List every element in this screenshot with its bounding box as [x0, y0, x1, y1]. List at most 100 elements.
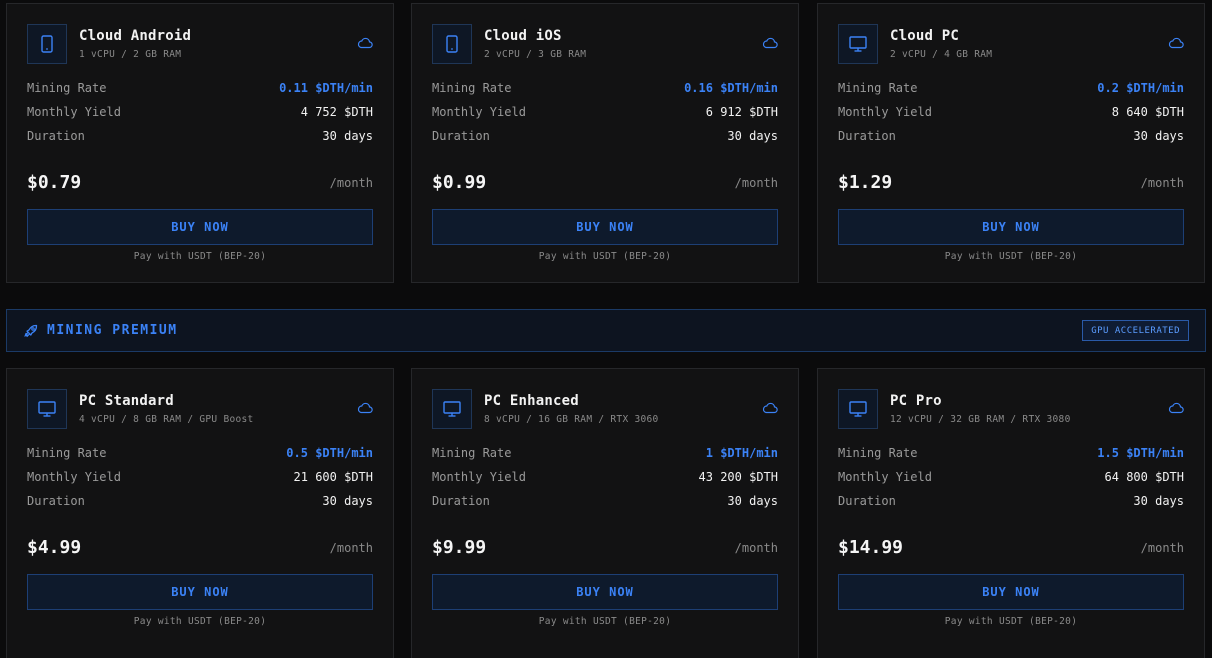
buy-now-button[interactable]: BUY NOW	[432, 209, 778, 245]
plan-title: Cloud Android	[79, 28, 192, 44]
mining-rate-row: Mining Rate 0.5 $DTH/min	[27, 446, 373, 462]
payment-note: Pay with USDT (BEP-20)	[538, 251, 672, 262]
cloud-icon	[1168, 37, 1184, 49]
duration-row: Duration 30 days	[27, 494, 373, 510]
duration-label: Duration	[838, 129, 896, 143]
duration-row: Duration 30 days	[838, 494, 1184, 510]
mining-rate-row: Mining Rate 0.11 $DTH/min	[27, 81, 373, 97]
mining-rate-label: Mining Rate	[27, 446, 107, 460]
plan-spec: 2 vCPU / 3 GB RAM	[484, 49, 587, 60]
duration-label: Duration	[432, 129, 490, 143]
payment-note: Pay with USDT (BEP-20)	[538, 616, 672, 627]
buy-now-button[interactable]: BUY NOW	[432, 574, 778, 610]
payment-note: Pay with USDT (BEP-20)	[944, 616, 1078, 627]
duration-value: 30 days	[727, 129, 778, 143]
plan-card-cloud-ios: Cloud iOS 2 vCPU / 3 GB RAM Mining Rate 0…	[411, 3, 799, 283]
cloud-icon	[762, 37, 778, 49]
plan-price: $4.99	[27, 537, 82, 558]
mining-rate-row: Mining Rate 1.5 $DTH/min	[838, 446, 1184, 462]
plan-price: $9.99	[432, 537, 487, 558]
monitor-icon	[838, 24, 878, 64]
plan-title: Cloud PC	[890, 28, 960, 44]
monthly-yield-label: Monthly Yield	[838, 105, 932, 119]
mining-rate-value: 0.2 $DTH/min	[1097, 81, 1184, 95]
duration-value: 30 days	[322, 494, 373, 508]
plan-spec: 4 vCPU / 8 GB RAM / GPU Boost	[79, 414, 254, 425]
monthly-yield-label: Monthly Yield	[27, 105, 121, 119]
mining-rate-label: Mining Rate	[27, 81, 107, 95]
monthly-yield-label: Monthly Yield	[27, 470, 121, 484]
monitor-icon	[838, 389, 878, 429]
buy-now-button[interactable]: BUY NOW	[27, 574, 373, 610]
section-title: MINING PREMIUM	[47, 323, 178, 338]
duration-label: Duration	[27, 494, 85, 508]
mining-rate-label: Mining Rate	[838, 81, 918, 95]
mining-rate-label: Mining Rate	[432, 446, 512, 460]
gpu-accelerated-badge: GPU ACCELERATED	[1082, 320, 1189, 341]
rocket-icon	[24, 324, 38, 338]
monthly-yield-value: 4 752 $DTH	[300, 105, 373, 119]
plan-title: PC Pro	[890, 393, 942, 409]
plan-title: PC Standard	[79, 393, 174, 409]
price-period: /month	[734, 541, 778, 555]
basic-plans-row: Cloud Android 1 vCPU / 2 GB RAM Mining R…	[0, 3, 1212, 285]
cloud-icon	[1168, 402, 1184, 414]
duration-value: 30 days	[322, 129, 373, 143]
duration-value: 30 days	[727, 494, 778, 508]
mining-premium-header: MINING PREMIUM GPU ACCELERATED	[6, 309, 1206, 352]
mining-rate-value: 0.11 $DTH/min	[279, 81, 373, 95]
plan-spec: 2 vCPU / 4 GB RAM	[890, 49, 993, 60]
buy-now-button[interactable]: BUY NOW	[27, 209, 373, 245]
mining-rate-label: Mining Rate	[432, 81, 512, 95]
plan-price: $0.99	[432, 172, 487, 193]
cloud-icon	[357, 37, 373, 49]
price-period: /month	[1140, 541, 1184, 555]
price-period: /month	[329, 176, 373, 190]
monitor-icon	[27, 389, 67, 429]
premium-plans-row: PC Standard 4 vCPU / 8 GB RAM / GPU Boos…	[0, 368, 1212, 658]
payment-note: Pay with USDT (BEP-20)	[944, 251, 1078, 262]
monitor-icon	[432, 389, 472, 429]
payment-note: Pay with USDT (BEP-20)	[133, 251, 267, 262]
price-period: /month	[734, 176, 778, 190]
monthly-yield-value: 43 200 $DTH	[698, 470, 778, 484]
mining-rate-value: 0.16 $DTH/min	[684, 81, 778, 95]
plan-price: $0.79	[27, 172, 82, 193]
plan-card-pc-standard: PC Standard 4 vCPU / 8 GB RAM / GPU Boos…	[6, 368, 394, 658]
monthly-yield-value: 64 800 $DTH	[1104, 470, 1184, 484]
cloud-icon	[357, 402, 373, 414]
mining-rate-value: 0.5 $DTH/min	[286, 446, 373, 460]
payment-note: Pay with USDT (BEP-20)	[133, 616, 267, 627]
duration-row: Duration 30 days	[838, 129, 1184, 145]
mining-rate-value: 1.5 $DTH/min	[1097, 446, 1184, 460]
plan-spec: 8 vCPU / 16 GB RAM / RTX 3060	[484, 414, 659, 425]
plan-price: $14.99	[838, 537, 904, 558]
duration-label: Duration	[27, 129, 85, 143]
mining-rate-row: Mining Rate 1 $DTH/min	[432, 446, 778, 462]
mining-rate-value: 1 $DTH/min	[705, 446, 778, 460]
monthly-yield-label: Monthly Yield	[838, 470, 932, 484]
monthly-yield-row: Monthly Yield 8 640 $DTH	[838, 105, 1184, 121]
buy-now-button[interactable]: BUY NOW	[838, 209, 1184, 245]
monthly-yield-row: Monthly Yield 4 752 $DTH	[27, 105, 373, 121]
duration-row: Duration 30 days	[27, 129, 373, 145]
price-period: /month	[329, 541, 373, 555]
phone-icon	[432, 24, 472, 64]
duration-label: Duration	[838, 494, 896, 508]
mining-rate-row: Mining Rate 0.2 $DTH/min	[838, 81, 1184, 97]
monthly-yield-row: Monthly Yield 21 600 $DTH	[27, 470, 373, 486]
plan-title: PC Enhanced	[484, 393, 579, 409]
cloud-icon	[762, 402, 778, 414]
duration-value: 30 days	[1133, 494, 1184, 508]
buy-now-button[interactable]: BUY NOW	[838, 574, 1184, 610]
monthly-yield-label: Monthly Yield	[432, 470, 526, 484]
monthly-yield-row: Monthly Yield 43 200 $DTH	[432, 470, 778, 486]
price-period: /month	[1140, 176, 1184, 190]
monthly-yield-row: Monthly Yield 6 912 $DTH	[432, 105, 778, 121]
monthly-yield-label: Monthly Yield	[432, 105, 526, 119]
duration-row: Duration 30 days	[432, 129, 778, 145]
duration-label: Duration	[432, 494, 490, 508]
duration-row: Duration 30 days	[432, 494, 778, 510]
monthly-yield-value: 6 912 $DTH	[705, 105, 778, 119]
monthly-yield-row: Monthly Yield 64 800 $DTH	[838, 470, 1184, 486]
